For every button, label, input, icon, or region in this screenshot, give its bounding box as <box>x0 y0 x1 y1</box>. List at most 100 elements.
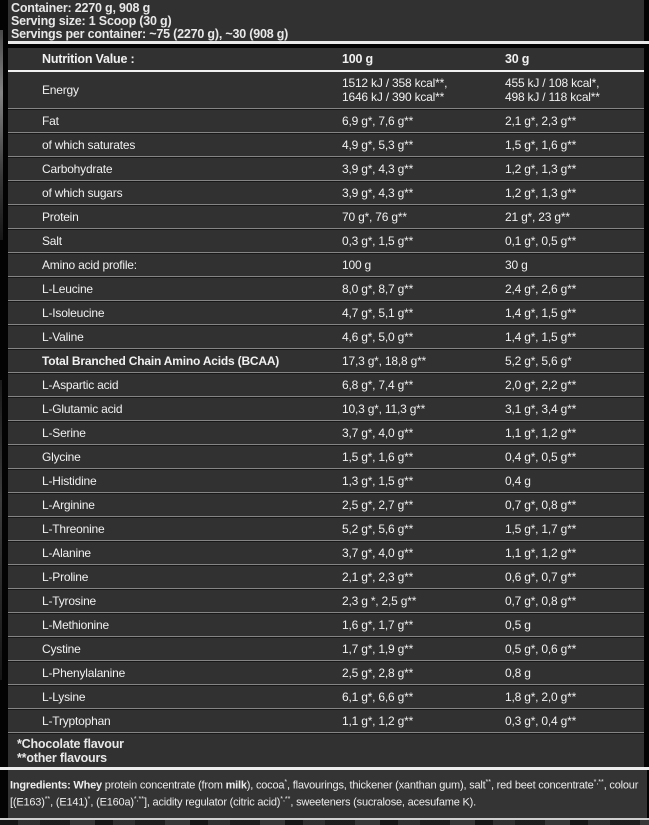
table-row: of which saturates 4,9 g*, 5,3 g** 1,5 g… <box>8 132 644 156</box>
row-label: L-Arginine <box>8 498 342 512</box>
row-value-100g: 1,5 g*, 1,6 g** <box>342 450 505 464</box>
row-value-100g: 1,3 g*, 1,5 g** <box>342 474 505 488</box>
row-value-30g: 1,2 g*, 1,3 g** <box>505 162 644 176</box>
table-row: L-Phenylalanine 2,5 g*, 2,8 g** 0,8 g <box>8 660 644 684</box>
row-value-100g: 4,9 g*, 5,3 g** <box>342 138 505 152</box>
row-value-100g: 3,9 g*, 4,3 g** <box>342 186 505 200</box>
row-value-30g: 0,4 g*, 0,5 g** <box>505 450 644 464</box>
row-value-100g: 6,9 g*, 7,6 g** <box>342 114 505 128</box>
row-value-100g: 1,7 g*, 1,9 g** <box>342 642 505 656</box>
row-label: L-Threonine <box>8 522 342 536</box>
row-value-30g: 1,1 g*, 1,2 g** <box>505 546 644 560</box>
row-label: L-Aspartic acid <box>8 378 342 392</box>
photo-edge-glint-lower <box>0 380 2 680</box>
row-value-100g: 1,6 g*, 1,7 g** <box>342 618 505 632</box>
row-label: L-Tryptophan <box>8 714 342 728</box>
row-value-100g: 3,9 g*, 4,3 g** <box>342 162 505 176</box>
table-row: Glycine 1,5 g*, 1,6 g** 0,4 g*, 0,5 g** <box>8 444 644 468</box>
row-label: L-Glutamic acid <box>8 402 342 416</box>
row-label: L-Lysine <box>8 690 342 704</box>
row-value-30g: 1,4 g*, 1,5 g** <box>505 306 644 320</box>
row-value-100g: 70 g*, 76 g** <box>342 210 505 224</box>
row-value-30g: 0,8 g <box>505 666 644 680</box>
row-label: L-Isoleucine <box>8 306 342 320</box>
row-value-30g: 1,4 g*, 1,5 g** <box>505 330 644 344</box>
servings-per-container: Servings per container: ~75 (2270 g), ~3… <box>11 28 644 41</box>
row-label: of which saturates <box>8 138 342 152</box>
table-row: L-Lysine 6,1 g*, 6,6 g** 1,8 g*, 2,0 g** <box>8 684 644 708</box>
flavour-footnotes: *Chocolate flavour **other flavours <box>8 732 644 765</box>
row-value-100g: 2,5 g*, 2,8 g** <box>342 666 505 680</box>
row-value-100g: 17,3 g*, 18,8 g** <box>342 354 505 368</box>
row-value-100g: 6,1 g*, 6,6 g** <box>342 690 505 704</box>
table-row: L-Glutamic acid 10,3 g*, 11,3 g** 3,1 g*… <box>8 396 644 420</box>
table-row: of which sugars 3,9 g*, 4,3 g** 1,2 g*, … <box>8 180 644 204</box>
table-row: L-Tyrosine 2,3 g *, 2,5 g** 0,7 g*, 0,8 … <box>8 588 644 612</box>
row-value-30g: 2,4 g*, 2,6 g** <box>505 282 644 296</box>
row-value-100g: 3,7 g*, 4,0 g** <box>342 546 505 560</box>
row-label: L-Leucine <box>8 282 342 296</box>
row-label: L-Methionine <box>8 618 342 632</box>
footnote-other: **other flavours <box>17 752 644 766</box>
row-label: Cystine <box>8 642 342 656</box>
row-label: L-Serine <box>8 426 342 440</box>
row-value-100g: 2,1 g*, 2,3 g** <box>342 570 505 584</box>
table-rows: Energy 1512 kJ / 358 kcal**, 1646 kJ / 3… <box>8 72 644 732</box>
footnote-chocolate: *Chocolate flavour <box>17 738 644 752</box>
row-label: Glycine <box>8 450 342 464</box>
row-value-30g: 1,5 g*, 1,6 g** <box>505 138 644 152</box>
row-value-30g: 0,7 g*, 0,8 g** <box>505 498 644 512</box>
row-value-100g: 10,3 g*, 11,3 g** <box>342 402 505 416</box>
table-row: Protein 70 g*, 76 g** 21 g*, 23 g** <box>8 204 644 228</box>
row-value-30g: 5,2 g*, 5,6 g* <box>505 354 644 368</box>
row-value-100g: 4,6 g*, 5,0 g** <box>342 330 505 344</box>
table-row: Energy 1512 kJ / 358 kcal**, 1646 kJ / 3… <box>8 72 644 108</box>
table-row: Amino acid profile: 100 g 30 g <box>8 252 644 276</box>
row-value-30g: 0,7 g*, 0,8 g** <box>505 594 644 608</box>
row-value-30g: 0,4 g <box>505 474 644 488</box>
header-nutrition-value: Nutrition Value : <box>8 52 342 66</box>
photo-edge-glint <box>0 30 3 240</box>
row-value-30g: 3,1 g*, 3,4 g** <box>505 402 644 416</box>
row-label: L-Valine <box>8 330 342 344</box>
table-row: L-Leucine 8,0 g*, 8,7 g** 2,4 g*, 2,6 g*… <box>8 276 644 300</box>
row-value-30g: 1,2 g*, 1,3 g** <box>505 186 644 200</box>
row-value-100g: 4,7 g*, 5,1 g** <box>342 306 505 320</box>
row-value-30g: 1,1 g*, 1,2 g** <box>505 426 644 440</box>
row-value-30g: 0,6 g*, 0,7 g** <box>505 570 644 584</box>
table-row: L-Methionine 1,6 g*, 1,7 g** 0,5 g <box>8 612 644 636</box>
row-label: Fat <box>8 114 342 128</box>
row-value-30g: 2,1 g*, 2,3 g** <box>505 114 644 128</box>
table-row: L-Isoleucine 4,7 g*, 5,1 g** 1,4 g*, 1,5… <box>8 300 644 324</box>
package-info: Container: 2270 g, 908 g Serving size: 1… <box>8 0 644 41</box>
row-value-30g: 0,3 g*, 0,4 g** <box>505 714 644 728</box>
table-row: L-Histidine 1,3 g*, 1,5 g** 0,4 g <box>8 468 644 492</box>
row-value-30g: 1,5 g*, 1,7 g** <box>505 522 644 536</box>
row-label: L-Phenylalanine <box>8 666 342 680</box>
table-row: Total Branched Chain Amino Acids (BCAA) … <box>8 348 644 372</box>
row-value-100g: 2,3 g *, 2,5 g** <box>342 594 505 608</box>
row-value-30g: 1,8 g*, 2,0 g** <box>505 690 644 704</box>
row-label: of which sugars <box>8 186 342 200</box>
table-row: L-Tryptophan 1,1 g*, 1,2 g** 0,3 g*, 0,4… <box>8 708 644 732</box>
row-label: Carbohydrate <box>8 162 342 176</box>
header-30g: 30 g <box>505 52 644 66</box>
ingredients-text: Ingredients: Whey protein concentrate (f… <box>8 770 647 818</box>
row-value-100g: 1,1 g*, 1,2 g** <box>342 714 505 728</box>
row-value-30g: 30 g <box>505 258 644 272</box>
table-row: L-Serine 3,7 g*, 4,0 g** 1,1 g*, 1,2 g** <box>8 420 644 444</box>
table-row: Salt 0,3 g*, 1,5 g** 0,1 g*, 0,5 g** <box>8 228 644 252</box>
table-header-row: Nutrition Value : 100 g 30 g <box>8 48 644 70</box>
row-value-30g: 2,0 g*, 2,2 g** <box>505 378 644 392</box>
photo-background-band <box>0 820 649 825</box>
row-value-100g: 8,0 g*, 8,7 g** <box>342 282 505 296</box>
row-value-100g: 0,3 g*, 1,5 g** <box>342 234 505 248</box>
table-row: Carbohydrate 3,9 g*, 4,3 g** 1,2 g*, 1,3… <box>8 156 644 180</box>
row-value-100g: 1512 kJ / 358 kcal**, 1646 kJ / 390 kcal… <box>342 76 505 104</box>
row-label: Energy <box>8 83 342 97</box>
row-value-30g: 0,5 g <box>505 618 644 632</box>
row-label: L-Tyrosine <box>8 594 342 608</box>
row-value-30g: 455 kJ / 108 kcal*, 498 kJ / 118 kcal** <box>505 76 644 104</box>
table-row: L-Valine 4,6 g*, 5,0 g** 1,4 g*, 1,5 g** <box>8 324 644 348</box>
header-100g: 100 g <box>342 52 505 66</box>
